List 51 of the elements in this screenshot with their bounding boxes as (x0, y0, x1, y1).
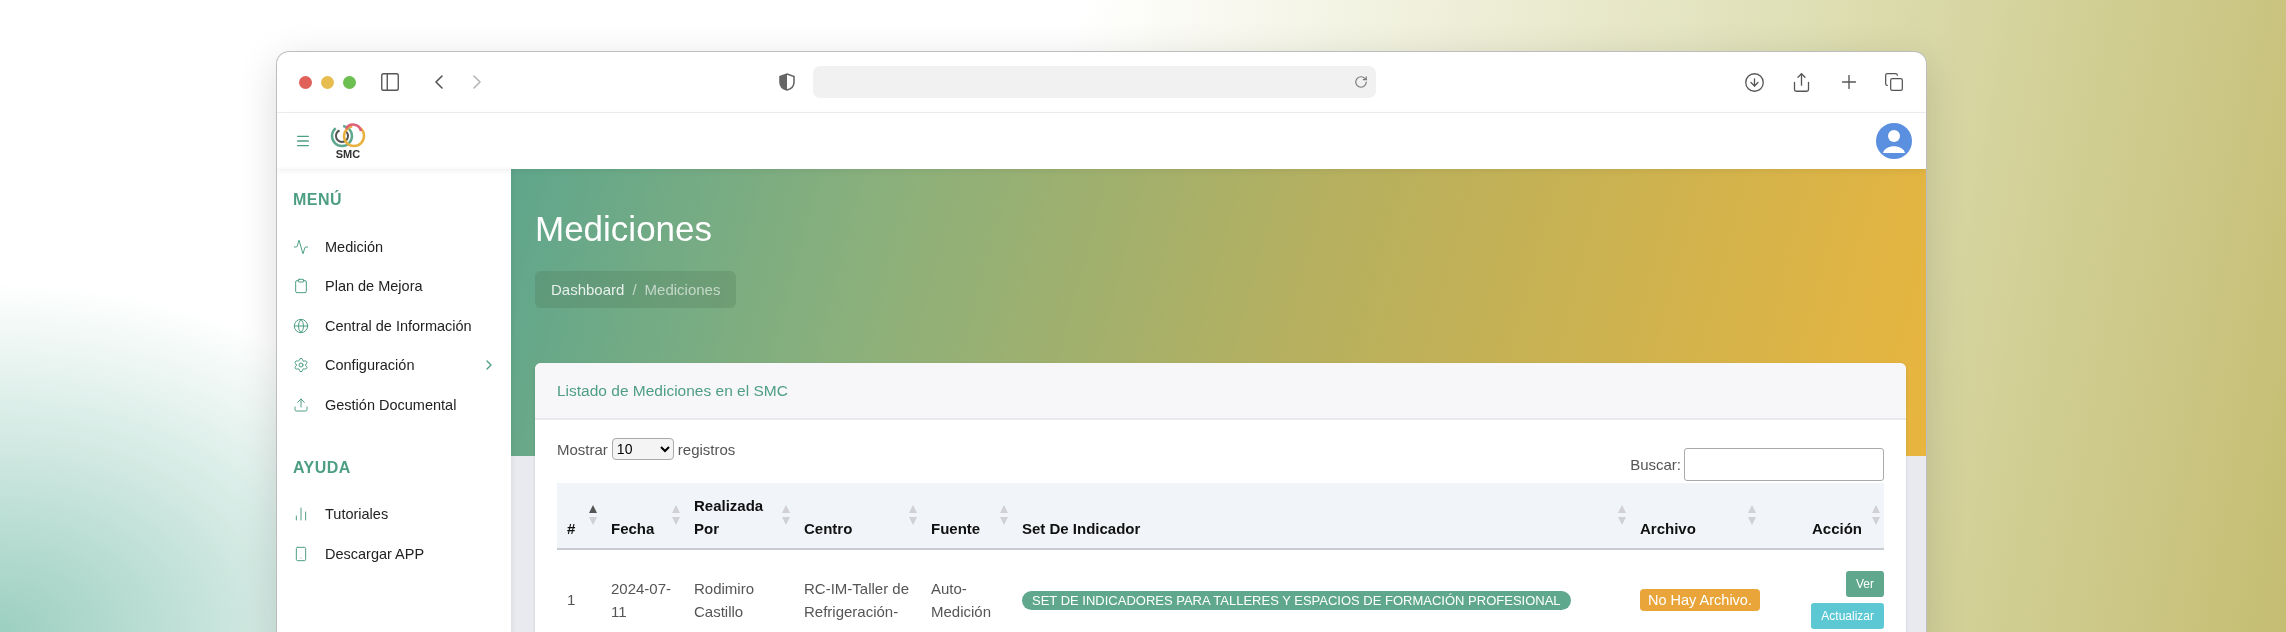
page-length-select[interactable]: 10 (611, 438, 674, 460)
upload-icon (293, 396, 309, 413)
column-header[interactable]: Fecha (601, 483, 684, 549)
sidebar-item[interactable]: Plan de Mejora (289, 266, 511, 306)
share-icon[interactable] (1791, 71, 1812, 93)
column-header[interactable]: # (557, 483, 601, 549)
logo-text: SMC (335, 148, 361, 160)
clipboard-icon (293, 278, 309, 295)
page-title: Mediciones (535, 209, 714, 249)
sidebar-item[interactable]: Medición (289, 227, 511, 267)
column-header[interactable]: Acción (1760, 483, 1884, 549)
close-window-icon[interactable] (299, 75, 312, 89)
column-header[interactable]: Archivo (1630, 483, 1760, 549)
table-cell: Rodimiro Castillo (684, 549, 794, 632)
phone-icon (293, 545, 309, 562)
column-header[interactable]: Realizada Por (684, 483, 794, 549)
sidebar-item[interactable]: Gestión Documental (289, 385, 511, 425)
gear-icon (293, 357, 309, 374)
download-icon[interactable] (1744, 71, 1765, 93)
table-cell: Auto-Medición (921, 549, 1012, 632)
table-cell: RC-IM-Taller de Refrigeración- (794, 549, 921, 632)
length-label: registros (677, 440, 736, 458)
search-field[interactable] (1684, 448, 1884, 481)
table-cell: 2024-07-11 (601, 549, 684, 632)
file-status-tag: No Hay Archivo. (1640, 589, 1760, 611)
sidebar-item[interactable]: Tutoriales (289, 494, 511, 534)
indicator-set-tag: SET DE INDICADORES PARA TALLERES Y ESPACIOS DE FORMACIÓN PROFESIONAL (1022, 590, 1571, 610)
column-header[interactable]: Set De Indicador (1012, 483, 1630, 549)
globe-icon (293, 317, 309, 334)
column-header[interactable]: Centro (794, 483, 921, 549)
sidebar-section-title: MENÚ (293, 191, 344, 209)
table-cell: 1 (557, 549, 601, 632)
logo-icon (328, 122, 368, 149)
card-title: Listado de Mediciones en el SMC (557, 381, 788, 400)
reload-icon[interactable] (1354, 75, 1368, 89)
tabs-overview-icon[interactable] (1884, 72, 1904, 92)
sidebar-item[interactable]: Descargar APP (289, 534, 511, 574)
sidebar-item[interactable]: Central de Información (289, 306, 511, 346)
breadcrumb-separator: / (632, 281, 637, 298)
user-avatar-icon[interactable] (1876, 123, 1912, 159)
shield-icon[interactable] (779, 73, 795, 91)
length-label: Mostrar (557, 440, 608, 458)
search-label: Buscar: (1630, 456, 1681, 473)
sidebar-toggle-icon[interactable] (379, 71, 401, 93)
pulse-icon (293, 238, 309, 255)
sidebar-section-title: AYUDA (293, 458, 352, 477)
maximize-window-icon[interactable] (343, 75, 356, 89)
column-header[interactable]: Fuente (921, 483, 1012, 549)
bar-chart-icon (293, 506, 309, 523)
sidebar-item[interactable]: Configuración (289, 345, 511, 385)
menu-icon[interactable] (295, 133, 311, 149)
